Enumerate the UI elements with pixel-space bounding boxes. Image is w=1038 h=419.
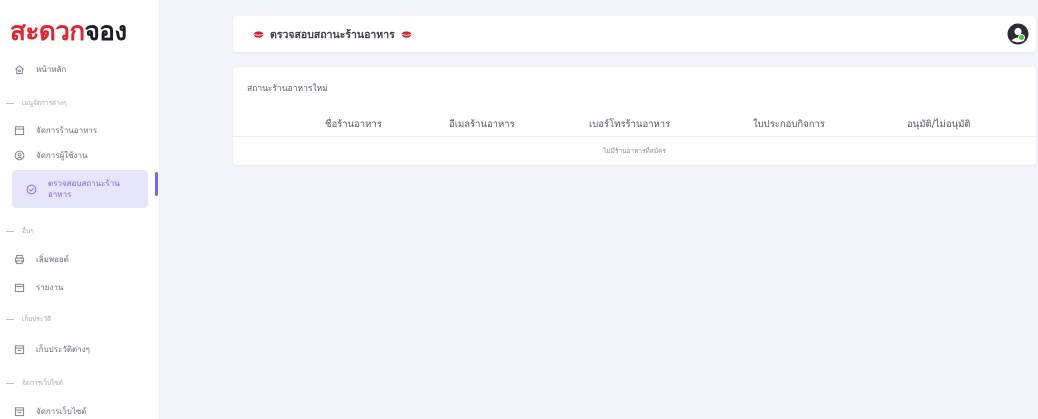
lips-icon: [401, 30, 412, 38]
user-circle-icon: [12, 148, 26, 162]
sidebar-item-label: เลิ่มพอยต์: [36, 254, 69, 264]
logo-text-red: สะดวก: [10, 17, 85, 47]
sidebar-section-website: จัดการเว็บไซต์: [6, 378, 63, 388]
sidebar-item-label: หน้าหลัก: [36, 64, 67, 74]
sidebar: สะดวก จอง หน้าหลัก เมนูจัดการต่างๆ จัดการ…: [0, 0, 160, 419]
table-header: ชื่อร้านอาหาร อีเมลร้านอาหาร เบอร์โทรร้า…: [233, 109, 1036, 137]
home-icon: [12, 62, 26, 76]
empty-table-message: ไม่มีร้านอาหารที่สมัคร: [603, 147, 666, 155]
sidebar-item-label: จัดการเว็บไซต์: [36, 406, 87, 416]
sidebar-item-home[interactable]: หน้าหลัก: [12, 62, 148, 76]
sidebar-section-manage: เมนูจัดการต่างๆ: [6, 98, 67, 108]
app-logo[interactable]: สะดวก จอง: [10, 14, 127, 50]
sidebar-item-label: จัดการผู้ใช้งาน: [36, 150, 88, 160]
column-header-approval: อนุมัติ/ไม่อนุมัติ: [907, 119, 971, 130]
browser-icon: [12, 404, 26, 418]
page-title: ตรวจสอบสถานะร้านอาหาร: [247, 16, 418, 52]
check-circle-icon: [24, 182, 38, 196]
user-icon: [1007, 23, 1029, 45]
archive-icon: [12, 342, 26, 356]
column-header-name: ชื่อร้านอาหาร: [325, 119, 382, 130]
active-indicator: [155, 172, 158, 196]
sidebar-item-reports[interactable]: รายงาน: [12, 280, 148, 294]
new-restaurant-status-card: สถานะร้านอาหารใหม่ ชื่อร้านอาหาร อีเมลร้…: [233, 67, 1036, 165]
sidebar-item-manage-users[interactable]: จัดการผู้ใช้งาน: [12, 148, 148, 162]
top-header: ตรวจสอบสถานะร้านอาหาร: [233, 16, 1036, 52]
sidebar-item-history[interactable]: เก็บประวัติต่างๆ: [12, 342, 148, 356]
sidebar-item-verify-status[interactable]: ตรวจสอบสถานะร้านอาหาร: [12, 170, 148, 208]
online-status-dot: [1018, 34, 1025, 41]
logo-text-black: จอง: [84, 17, 128, 47]
column-header-license: ใบประกอบกิจการ: [753, 119, 825, 130]
sidebar-item-website[interactable]: จัดการเว็บไซต์: [12, 404, 148, 418]
card-title: สถานะร้านอาหารใหม่: [247, 84, 328, 94]
printer-icon: [12, 252, 26, 266]
column-header-email: อีเมลร้านอาหาร: [449, 119, 515, 130]
calendar-icon: [12, 280, 26, 294]
sidebar-item-manage-restaurants[interactable]: จัดการร้านอาหาร: [12, 123, 148, 137]
sidebar-item-label: จัดการร้านอาหาร: [36, 125, 98, 135]
sidebar-item-label: ตรวจสอบสถานะร้านอาหาร: [48, 179, 120, 199]
store-icon: [12, 123, 26, 137]
user-avatar[interactable]: [1006, 22, 1030, 46]
sidebar-section-other: อื่นๆ: [6, 226, 34, 236]
sidebar-item-printer[interactable]: เลิ่มพอยต์: [12, 252, 148, 266]
lips-icon: [253, 30, 264, 38]
sidebar-section-history: เก็บประวัติ: [6, 314, 51, 324]
sidebar-item-label: รายงาน: [36, 282, 64, 292]
column-header-phone: เบอร์โทรร้านอาหาร: [589, 119, 671, 130]
sidebar-item-label: เก็บประวัติต่างๆ: [36, 344, 90, 354]
